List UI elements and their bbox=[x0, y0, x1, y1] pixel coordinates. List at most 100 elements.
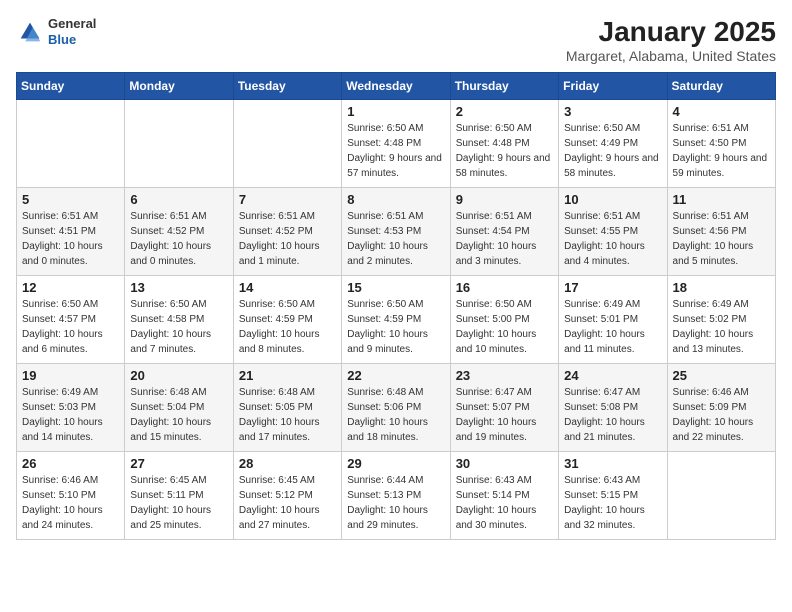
calendar-week-row: 12 Sunrise: 6:50 AMSunset: 4:57 PMDayligh… bbox=[17, 276, 776, 364]
day-info: Sunrise: 6:51 AMSunset: 4:54 PMDaylight:… bbox=[456, 209, 553, 269]
calendar-day-cell: 12 Sunrise: 6:50 AMSunset: 4:57 PMDayligh… bbox=[17, 276, 125, 364]
day-info: Sunrise: 6:49 AMSunset: 5:03 PMDaylight:… bbox=[22, 385, 119, 445]
day-number: 12 bbox=[22, 280, 119, 295]
calendar-day-cell: 27 Sunrise: 6:45 AMSunset: 5:11 PMDayligh… bbox=[125, 452, 233, 540]
day-number: 6 bbox=[130, 192, 227, 207]
day-number: 19 bbox=[22, 368, 119, 383]
day-number: 1 bbox=[347, 104, 444, 119]
day-info: Sunrise: 6:45 AMSunset: 5:11 PMDaylight:… bbox=[130, 473, 227, 533]
day-info: Sunrise: 6:50 AMSunset: 4:59 PMDaylight:… bbox=[347, 297, 444, 357]
calendar-day-cell: 19 Sunrise: 6:49 AMSunset: 5:03 PMDayligh… bbox=[17, 364, 125, 452]
calendar-table: SundayMondayTuesdayWednesdayThursdayFrid… bbox=[16, 72, 776, 540]
calendar-subtitle: Margaret, Alabama, United States bbox=[566, 48, 776, 64]
day-info: Sunrise: 6:50 AMSunset: 4:59 PMDaylight:… bbox=[239, 297, 336, 357]
day-number: 27 bbox=[130, 456, 227, 471]
day-info: Sunrise: 6:51 AMSunset: 4:50 PMDaylight:… bbox=[673, 121, 770, 181]
calendar-day-cell: 11Sunrise: 6:51 AMSunset: 4:56 PMDayligh… bbox=[667, 188, 775, 276]
calendar-day-cell: 24 Sunrise: 6:47 AMSunset: 5:08 PMDayligh… bbox=[559, 364, 667, 452]
calendar-day-cell: 20 Sunrise: 6:48 AMSunset: 5:04 PMDayligh… bbox=[125, 364, 233, 452]
logo-text: General Blue bbox=[48, 16, 96, 47]
day-number: 5 bbox=[22, 192, 119, 207]
calendar-week-row: 26 Sunrise: 6:46 AMSunset: 5:10 PMDayligh… bbox=[17, 452, 776, 540]
day-info: Sunrise: 6:48 AMSunset: 5:04 PMDaylight:… bbox=[130, 385, 227, 445]
day-info: Sunrise: 6:48 AMSunset: 5:05 PMDaylight:… bbox=[239, 385, 336, 445]
day-info: Sunrise: 6:50 AMSunset: 4:57 PMDaylight:… bbox=[22, 297, 119, 357]
day-number: 30 bbox=[456, 456, 553, 471]
calendar-day-cell: 4 Sunrise: 6:51 AMSunset: 4:50 PMDaylight… bbox=[667, 100, 775, 188]
day-info: Sunrise: 6:43 AMSunset: 5:15 PMDaylight:… bbox=[564, 473, 661, 533]
day-number: 18 bbox=[673, 280, 770, 295]
day-number: 20 bbox=[130, 368, 227, 383]
day-number: 14 bbox=[239, 280, 336, 295]
day-info: Sunrise: 6:46 AMSunset: 5:10 PMDaylight:… bbox=[22, 473, 119, 533]
calendar-day-cell: 5 Sunrise: 6:51 AMSunset: 4:51 PMDaylight… bbox=[17, 188, 125, 276]
day-info: Sunrise: 6:43 AMSunset: 5:14 PMDaylight:… bbox=[456, 473, 553, 533]
calendar-day-cell bbox=[233, 100, 341, 188]
day-info: Sunrise: 6:50 AMSunset: 4:48 PMDaylight:… bbox=[456, 121, 553, 181]
day-info: Sunrise: 6:47 AMSunset: 5:07 PMDaylight:… bbox=[456, 385, 553, 445]
day-info: Sunrise: 6:50 AMSunset: 4:49 PMDaylight:… bbox=[564, 121, 661, 181]
weekday-header: Wednesday bbox=[342, 73, 450, 100]
calendar-day-cell bbox=[17, 100, 125, 188]
calendar-day-cell: 8Sunrise: 6:51 AMSunset: 4:53 PMDaylight… bbox=[342, 188, 450, 276]
logo-icon bbox=[16, 18, 44, 46]
day-info: Sunrise: 6:51 AMSunset: 4:52 PMDaylight:… bbox=[239, 209, 336, 269]
weekday-header-row: SundayMondayTuesdayWednesdayThursdayFrid… bbox=[17, 73, 776, 100]
day-number: 11 bbox=[673, 192, 770, 207]
day-info: Sunrise: 6:50 AMSunset: 4:48 PMDaylight:… bbox=[347, 121, 444, 181]
day-number: 22 bbox=[347, 368, 444, 383]
calendar-day-cell: 22 Sunrise: 6:48 AMSunset: 5:06 PMDayligh… bbox=[342, 364, 450, 452]
day-number: 4 bbox=[673, 104, 770, 119]
day-info: Sunrise: 6:49 AMSunset: 5:02 PMDaylight:… bbox=[673, 297, 770, 357]
day-info: Sunrise: 6:47 AMSunset: 5:08 PMDaylight:… bbox=[564, 385, 661, 445]
calendar-day-cell: 18 Sunrise: 6:49 AMSunset: 5:02 PMDayligh… bbox=[667, 276, 775, 364]
calendar-day-cell bbox=[667, 452, 775, 540]
day-info: Sunrise: 6:51 AMSunset: 4:53 PMDaylight:… bbox=[347, 209, 444, 269]
weekday-header: Saturday bbox=[667, 73, 775, 100]
calendar-day-cell: 30 Sunrise: 6:43 AMSunset: 5:14 PMDayligh… bbox=[450, 452, 558, 540]
day-number: 24 bbox=[564, 368, 661, 383]
calendar-title: January 2025 bbox=[566, 16, 776, 48]
day-number: 25 bbox=[673, 368, 770, 383]
weekday-header: Monday bbox=[125, 73, 233, 100]
calendar-day-cell bbox=[125, 100, 233, 188]
calendar-day-cell: 21Sunrise: 6:48 AMSunset: 5:05 PMDayligh… bbox=[233, 364, 341, 452]
weekday-header: Thursday bbox=[450, 73, 558, 100]
day-info: Sunrise: 6:51 AMSunset: 4:52 PMDaylight:… bbox=[130, 209, 227, 269]
calendar-day-cell: 28Sunrise: 6:45 AMSunset: 5:12 PMDayligh… bbox=[233, 452, 341, 540]
day-number: 17 bbox=[564, 280, 661, 295]
calendar-day-cell: 3 Sunrise: 6:50 AMSunset: 4:49 PMDaylight… bbox=[559, 100, 667, 188]
day-info: Sunrise: 6:46 AMSunset: 5:09 PMDaylight:… bbox=[673, 385, 770, 445]
day-number: 31 bbox=[564, 456, 661, 471]
calendar-day-cell: 25 Sunrise: 6:46 AMSunset: 5:09 PMDayligh… bbox=[667, 364, 775, 452]
day-info: Sunrise: 6:51 AMSunset: 4:51 PMDaylight:… bbox=[22, 209, 119, 269]
day-number: 23 bbox=[456, 368, 553, 383]
day-info: Sunrise: 6:48 AMSunset: 5:06 PMDaylight:… bbox=[347, 385, 444, 445]
calendar-day-cell: 9 Sunrise: 6:51 AMSunset: 4:54 PMDaylight… bbox=[450, 188, 558, 276]
calendar-day-cell: 7Sunrise: 6:51 AMSunset: 4:52 PMDaylight… bbox=[233, 188, 341, 276]
day-info: Sunrise: 6:50 AMSunset: 5:00 PMDaylight:… bbox=[456, 297, 553, 357]
calendar-day-cell: 13Sunrise: 6:50 AMSunset: 4:58 PMDayligh… bbox=[125, 276, 233, 364]
day-number: 26 bbox=[22, 456, 119, 471]
calendar-day-cell: 31 Sunrise: 6:43 AMSunset: 5:15 PMDayligh… bbox=[559, 452, 667, 540]
day-number: 9 bbox=[456, 192, 553, 207]
day-number: 10 bbox=[564, 192, 661, 207]
logo-blue: Blue bbox=[48, 32, 96, 48]
calendar-week-row: 5 Sunrise: 6:51 AMSunset: 4:51 PMDaylight… bbox=[17, 188, 776, 276]
calendar-day-cell: 1 Sunrise: 6:50 AMSunset: 4:48 PMDaylight… bbox=[342, 100, 450, 188]
calendar-day-cell: 15 Sunrise: 6:50 AMSunset: 4:59 PMDayligh… bbox=[342, 276, 450, 364]
day-number: 28 bbox=[239, 456, 336, 471]
day-number: 3 bbox=[564, 104, 661, 119]
calendar-day-cell: 6 Sunrise: 6:51 AMSunset: 4:52 PMDaylight… bbox=[125, 188, 233, 276]
calendar-day-cell: 16Sunrise: 6:50 AMSunset: 5:00 PMDayligh… bbox=[450, 276, 558, 364]
day-number: 13 bbox=[130, 280, 227, 295]
calendar-day-cell: 2Sunrise: 6:50 AMSunset: 4:48 PMDaylight… bbox=[450, 100, 558, 188]
weekday-header: Sunday bbox=[17, 73, 125, 100]
day-number: 15 bbox=[347, 280, 444, 295]
day-number: 29 bbox=[347, 456, 444, 471]
day-info: Sunrise: 6:51 AMSunset: 4:55 PMDaylight:… bbox=[564, 209, 661, 269]
weekday-header: Friday bbox=[559, 73, 667, 100]
calendar-day-cell: 26 Sunrise: 6:46 AMSunset: 5:10 PMDayligh… bbox=[17, 452, 125, 540]
logo: General Blue bbox=[16, 16, 96, 47]
calendar-day-cell: 14 Sunrise: 6:50 AMSunset: 4:59 PMDayligh… bbox=[233, 276, 341, 364]
